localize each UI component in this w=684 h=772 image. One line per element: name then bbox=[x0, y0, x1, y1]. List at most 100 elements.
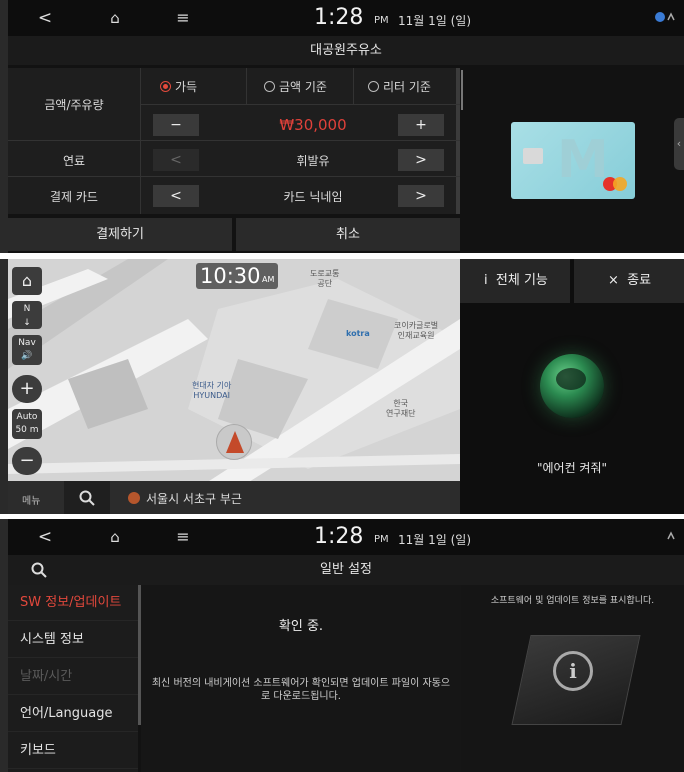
back-icon[interactable]: < bbox=[30, 519, 60, 555]
close-icon: × bbox=[608, 273, 619, 288]
scrollbar[interactable] bbox=[461, 70, 463, 110]
map-bottom-bar: 메뉴 서울시 서초구 부근 bbox=[8, 481, 460, 514]
clock-ampm: PM bbox=[374, 15, 389, 26]
card-chip-icon bbox=[523, 148, 543, 164]
map-menu-button[interactable]: 메뉴 bbox=[22, 492, 40, 507]
auto-scale-label: 50 m bbox=[15, 425, 39, 435]
card-next-button[interactable]: > bbox=[398, 185, 444, 207]
sidebar-item-language[interactable]: 언어/Language bbox=[8, 696, 138, 732]
current-location-icon bbox=[216, 424, 252, 460]
location-pin-icon bbox=[128, 492, 140, 504]
all-functions-label: 전체 기능 bbox=[495, 273, 548, 288]
checking-status: 확인 중. bbox=[278, 619, 324, 634]
menu-icon[interactable]: ≡ bbox=[168, 0, 198, 36]
all-functions-button[interactable]: i 전체 기능 bbox=[460, 259, 570, 303]
voice-command-text: "에어컨 켜줘" bbox=[536, 461, 608, 475]
page-title: 일반 설정 bbox=[8, 555, 684, 585]
cancel-button[interactable]: 취소 bbox=[236, 218, 460, 251]
voice-panel: i 전체 기능 × 종료 "에어컨 켜줘" bbox=[460, 259, 684, 514]
sidebar-item-keyboard[interactable]: 키보드 bbox=[8, 733, 138, 769]
zoom-out-button[interactable]: − bbox=[12, 447, 42, 475]
compass-north-button[interactable]: N ↓ bbox=[12, 301, 42, 329]
clock-time: 1:28 bbox=[314, 5, 364, 30]
mastercard-icon bbox=[613, 177, 627, 191]
nav-volume-button[interactable]: Nav 🔊 bbox=[12, 335, 42, 365]
auto-scale-button[interactable]: Auto 50 m bbox=[12, 409, 42, 439]
radio-full[interactable]: 가득 bbox=[160, 78, 197, 95]
radio-icon bbox=[368, 81, 379, 92]
credit-card-image: M bbox=[511, 122, 635, 199]
search-icon[interactable] bbox=[24, 555, 54, 585]
map-home-button[interactable]: ⌂ bbox=[12, 267, 42, 295]
decrease-button[interactable]: − bbox=[153, 114, 199, 136]
increase-button[interactable]: + bbox=[398, 114, 444, 136]
radio-liter-based[interactable]: 리터 기준 bbox=[368, 78, 431, 95]
info-icon: i bbox=[484, 273, 488, 288]
clock-date: 11월 1일 (일) bbox=[398, 533, 472, 547]
fuel-form: 금액/주유량 연료 결제 카드 가득 금액 기준 리터 기준 − ₩30,000… bbox=[8, 68, 460, 214]
left-edge-strip bbox=[0, 259, 8, 514]
info-area: 소프트웨어 및 업데이트 정보를 표시합니다. i bbox=[461, 585, 684, 772]
radio-selected-icon bbox=[160, 81, 171, 92]
divider bbox=[8, 176, 460, 177]
radio-label: 리터 기준 bbox=[383, 80, 431, 94]
close-label: 종료 bbox=[627, 273, 652, 288]
poi-label: 코이카글로벌 인재교육원 bbox=[394, 321, 439, 340]
info-icon: i bbox=[553, 651, 593, 691]
home-icon[interactable]: ⌂ bbox=[100, 0, 130, 36]
map-clock-ampm: AM bbox=[262, 275, 275, 284]
radio-label: 가득 bbox=[175, 80, 198, 94]
update-description: 최신 버전의 내비게이션 소프트웨어가 확인되면 업데이트 파일이 자동으로 다… bbox=[151, 678, 451, 702]
amount-value: ₩30,000 bbox=[279, 116, 347, 134]
fuel-prev-button[interactable]: < bbox=[153, 149, 199, 171]
location-text: 서울시 서초구 부근 bbox=[146, 492, 242, 506]
fuel-payment-screen: < ⌂ ≡ 1:28 PM 11월 1일 (일) 대공원주유소 금액/주유량 연… bbox=[8, 0, 684, 253]
sidebar-item-system-info[interactable]: 시스템 정보 bbox=[8, 622, 138, 658]
divider bbox=[8, 140, 460, 141]
card-prev-button[interactable]: < bbox=[153, 185, 199, 207]
clock-time: 1:28 bbox=[314, 524, 364, 549]
nav-label: Nav bbox=[18, 338, 36, 348]
map-background bbox=[8, 259, 460, 514]
clock-date: 11월 1일 (일) bbox=[398, 14, 472, 28]
page-title: 대공원주유소 bbox=[8, 36, 684, 65]
status-bar: < ⌂ ≡ 1:28 PM 11월 1일 (일) bbox=[8, 519, 684, 555]
connection-status-icon bbox=[654, 529, 680, 543]
card-label: 결제 카드 bbox=[50, 190, 98, 204]
divider bbox=[353, 68, 354, 104]
amount-label: 금액/주유량 bbox=[44, 98, 104, 112]
divider bbox=[140, 104, 460, 105]
poi-label: kotra bbox=[346, 329, 370, 338]
info-description: 소프트웨어 및 업데이트 정보를 표시합니다. bbox=[490, 596, 655, 606]
sidebar-item-date-time[interactable]: 날짜/시간 bbox=[8, 659, 138, 695]
fuel-next-button[interactable]: > bbox=[398, 149, 444, 171]
fuel-label: 연료 bbox=[62, 154, 86, 168]
pay-button[interactable]: 결제하기 bbox=[8, 218, 232, 251]
settings-screen: < ⌂ ≡ 1:28 PM 11월 1일 (일) 일반 설정 SW 정보/업데이… bbox=[8, 519, 684, 772]
close-voice-button[interactable]: × 종료 bbox=[574, 259, 684, 303]
radio-amount-based[interactable]: 금액 기준 bbox=[264, 78, 327, 95]
status-bar: < ⌂ ≡ 1:28 PM 11월 1일 (일) bbox=[8, 0, 684, 36]
card-nickname: 카드 닉네임 bbox=[283, 190, 343, 204]
settings-sidebar: SW 정보/업데이트 시스템 정보 날짜/시간 언어/Language 키보드 bbox=[8, 585, 138, 772]
home-icon[interactable]: ⌂ bbox=[100, 519, 130, 555]
radio-label: 금액 기준 bbox=[279, 80, 327, 94]
side-panel-handle[interactable]: ‹ bbox=[674, 118, 684, 170]
map-voice-screen: 10:30 AM ⌂ N ↓ Nav 🔊 + Auto 50 m − 도로교통 공단 … bbox=[8, 259, 684, 514]
poi-label: 도로교통 공단 bbox=[310, 269, 340, 288]
search-icon[interactable] bbox=[64, 481, 110, 514]
back-icon[interactable]: < bbox=[30, 0, 60, 36]
poi-label: 현대자 기아 HYUNDAI bbox=[192, 381, 232, 400]
sidebar-item-sw-update[interactable]: SW 정보/업데이트 bbox=[8, 585, 138, 621]
zoom-in-button[interactable]: + bbox=[12, 375, 42, 403]
poi-label: 한국 연구재단 bbox=[386, 399, 416, 418]
clock-ampm: PM bbox=[374, 534, 389, 545]
voice-orb-icon bbox=[540, 354, 604, 418]
radio-icon bbox=[264, 81, 275, 92]
map-view[interactable]: 10:30 AM ⌂ N ↓ Nav 🔊 + Auto 50 m − 도로교통 공단 … bbox=[8, 259, 460, 514]
menu-icon[interactable]: ≡ bbox=[168, 519, 198, 555]
connection-status-icon bbox=[654, 10, 680, 24]
left-edge-strip bbox=[0, 0, 8, 253]
divider bbox=[140, 68, 141, 214]
auto-label: Auto bbox=[16, 412, 38, 422]
